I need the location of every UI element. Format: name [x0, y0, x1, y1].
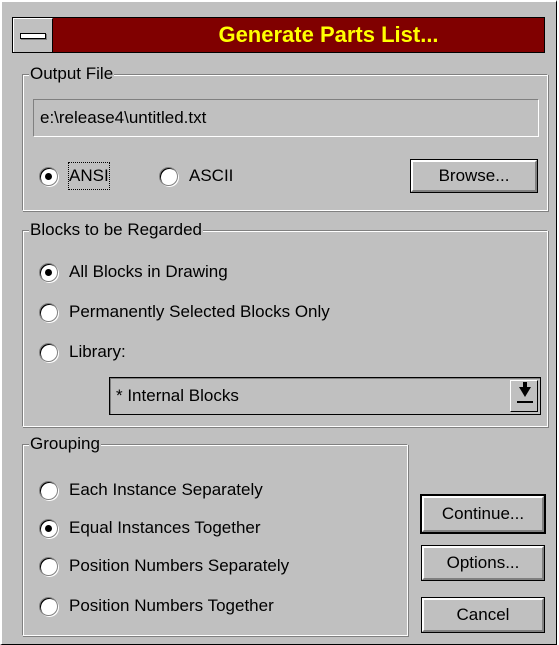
options-button[interactable]: Options... — [421, 545, 545, 581]
radio-all-blocks-indicator[interactable] — [39, 263, 58, 282]
radio-equal-instances-label: Equal Instances Together — [69, 518, 261, 537]
title-bar[interactable]: Generate Parts List... — [12, 17, 545, 53]
radio-ansi-indicator[interactable] — [39, 167, 58, 186]
radio-permanently-selected[interactable]: Permanently Selected Blocks Only — [39, 299, 439, 325]
dropdown-arrow-icon[interactable] — [510, 380, 538, 412]
radio-permanently-selected-label: Permanently Selected Blocks Only — [69, 302, 330, 321]
window-title: Generate Parts List... — [218, 22, 439, 47]
radio-ascii-indicator[interactable] — [159, 167, 178, 186]
radio-all-blocks[interactable]: All Blocks in Drawing — [39, 259, 339, 285]
radio-library-indicator[interactable] — [39, 343, 58, 362]
blocks-group-label: Blocks to be Regarded — [29, 219, 203, 241]
radio-each-instance-indicator[interactable] — [39, 481, 58, 500]
blocks-group: Blocks to be Regarded All Blocks in Draw… — [22, 219, 548, 427]
system-menu-icon[interactable] — [13, 18, 53, 52]
output-file-path-field[interactable]: e:\release4\untitled.txt — [33, 99, 539, 137]
library-select-value: * Internal Blocks — [116, 386, 239, 405]
radio-position-together-label: Position Numbers Together — [69, 596, 274, 615]
radio-each-instance[interactable]: Each Instance Separately — [39, 477, 369, 503]
radio-ansi-label: ANSI — [68, 162, 110, 190]
radio-position-together-indicator[interactable] — [39, 597, 58, 616]
radio-each-instance-label: Each Instance Separately — [69, 480, 263, 499]
radio-equal-instances[interactable]: Equal Instances Together — [39, 515, 369, 541]
output-file-label: Output File — [29, 63, 115, 85]
continue-button-label: Continue... — [441, 504, 525, 523]
radio-position-separately-indicator[interactable] — [39, 557, 58, 576]
radio-all-blocks-label: All Blocks in Drawing — [69, 262, 228, 281]
library-select[interactable]: * Internal Blocks — [109, 377, 541, 415]
radio-ascii[interactable]: ASCII — [159, 163, 269, 189]
radio-equal-instances-indicator[interactable] — [39, 519, 58, 538]
cancel-button-label: Cancel — [456, 605, 510, 624]
radio-library-label: Library: — [69, 342, 126, 361]
generate-parts-list-dialog: Generate Parts List... Output File e:\re… — [0, 0, 557, 645]
radio-position-separately-label: Position Numbers Separately — [69, 556, 290, 575]
options-button-label: Options... — [446, 553, 520, 572]
cancel-button[interactable]: Cancel — [421, 597, 545, 633]
radio-ansi[interactable]: ANSI — [39, 162, 129, 190]
radio-permanently-selected-indicator[interactable] — [39, 303, 58, 322]
grouping-group: Grouping Each Instance Separately Equal … — [22, 433, 408, 636]
radio-ascii-label: ASCII — [189, 166, 234, 185]
grouping-group-label: Grouping — [29, 433, 101, 455]
radio-position-separately[interactable]: Position Numbers Separately — [39, 553, 389, 579]
output-file-group: Output File e:\release4\untitled.txt ANS… — [22, 63, 548, 211]
browse-button[interactable]: Browse... — [410, 159, 538, 193]
continue-button[interactable]: Continue... — [420, 494, 546, 534]
radio-library[interactable]: Library: — [39, 339, 189, 365]
browse-button-label: Browse... — [438, 166, 510, 185]
radio-position-together[interactable]: Position Numbers Together — [39, 593, 389, 619]
